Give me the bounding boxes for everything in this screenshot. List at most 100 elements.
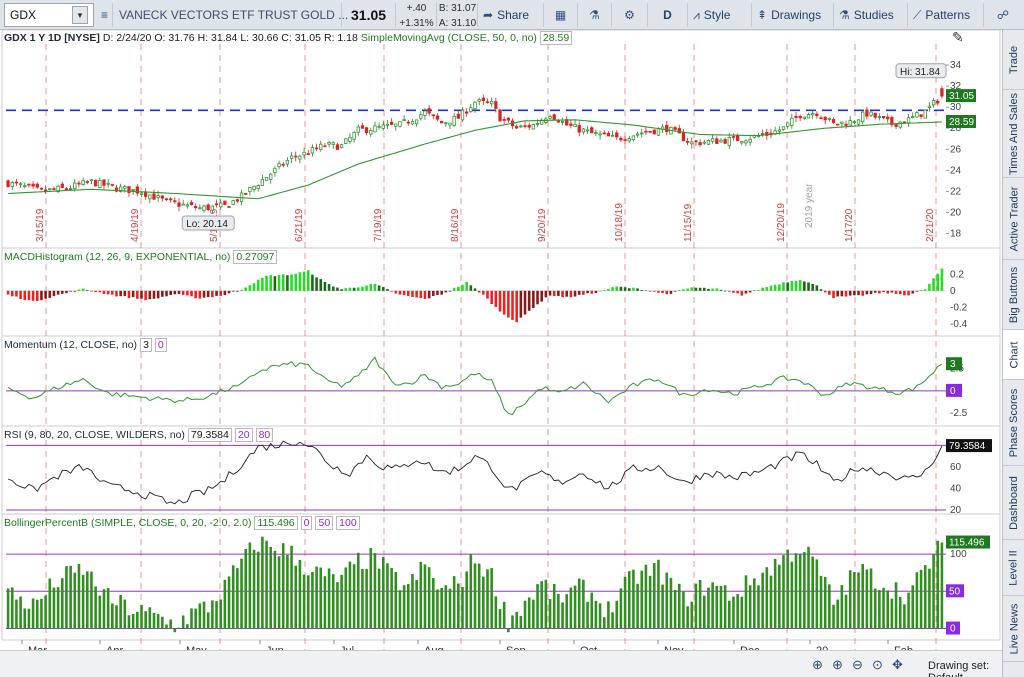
- macd-bar: [244, 287, 248, 291]
- bollinger-bar: [373, 553, 377, 629]
- tab-level-ii[interactable]: Level II: [1003, 540, 1024, 596]
- tab-times-and-sales[interactable]: Times And Sales: [1003, 90, 1024, 178]
- macd-bar: [52, 290, 56, 297]
- bollinger-bar: [244, 549, 248, 629]
- macd-bar: [419, 290, 423, 299]
- bollinger-bar: [803, 552, 806, 629]
- tab-dashboard[interactable]: Dashboard: [1003, 466, 1024, 540]
- candle-body: [690, 141, 694, 145]
- zoom-out-icon[interactable]: ⊖: [852, 657, 863, 673]
- tab-chart[interactable]: Chart: [1003, 330, 1024, 380]
- candle-body: [502, 119, 506, 121]
- macd-bar: [327, 284, 331, 291]
- candle-body: [494, 101, 498, 109]
- macd-bar: [60, 290, 64, 294]
- candle-body: [14, 181, 19, 184]
- bollinger-bar: [315, 566, 318, 629]
- symbol-menu-icon[interactable]: ≡: [97, 3, 113, 27]
- macd-study-label[interactable]: MACDHistogram (12, 26, 9, EXPONENTIAL, n…: [4, 251, 230, 263]
- zoom-in-icon[interactable]: ⊕: [832, 657, 843, 673]
- sma-line: [8, 119, 942, 200]
- studies-button[interactable]: ⚗ Studies: [834, 3, 908, 27]
- macd-bar: [256, 279, 260, 291]
- bollinger-bar: [152, 612, 156, 629]
- macd-bar: [873, 290, 877, 293]
- bollinger-bar: [432, 578, 435, 629]
- tab-live-news[interactable]: Live News: [1003, 596, 1024, 662]
- macd-bar: [423, 290, 427, 299]
- crosshair-icon[interactable]: ⊕: [812, 657, 823, 673]
- macd-bar: [227, 290, 231, 294]
- bollinger-bar: [882, 587, 885, 629]
- bollinger-bar: [815, 559, 819, 629]
- candle-body: [27, 183, 31, 186]
- bollinger-bar: [869, 568, 873, 629]
- patterns-button[interactable]: ⟋ Patterns: [908, 3, 984, 27]
- momentum-line: [7, 356, 943, 416]
- bollinger-bar: [248, 542, 252, 629]
- chart-canvas[interactable]: 3/15/194/19/195/17/196/21/197/19/198/16/…: [0, 30, 1002, 677]
- macd-bar: [315, 277, 318, 291]
- candle-body: [302, 151, 306, 156]
- price-axis-tick-4: 26: [950, 144, 962, 155]
- period-button[interactable]: D: [648, 3, 688, 27]
- rsi-study-label[interactable]: RSI (9, 80, 20, CLOSE, WILDERS, no): [4, 429, 185, 441]
- chart-area[interactable]: 3/15/194/19/195/17/196/21/197/19/198/16/…: [0, 30, 1002, 677]
- symbol-dropdown-icon[interactable]: ▼: [72, 6, 88, 24]
- flexible-grid-button[interactable]: ▦: [544, 3, 578, 27]
- style-button[interactable]: ⩘ Style: [688, 3, 752, 27]
- macd-bar: [152, 290, 156, 299]
- symbol-input[interactable]: GDX ▼: [4, 3, 94, 27]
- macd-bar: [6, 290, 10, 295]
- candle-body: [235, 199, 240, 202]
- candle-body: [31, 183, 35, 187]
- macd-bar: [878, 290, 881, 294]
- bollinger-study-label[interactable]: BollingerPercentB (SIMPLE, CLOSE, 0, 20,…: [4, 517, 251, 529]
- macd-bar: [302, 271, 306, 291]
- more-button[interactable]: ☍: [986, 3, 1020, 27]
- instrument-name: VANECK VECTORS ETF TRUST GOLD ...: [114, 3, 348, 27]
- studies-lab-button[interactable]: ⚗: [578, 3, 612, 27]
- candle-body: [469, 107, 473, 112]
- candle-body: [319, 143, 323, 151]
- macd-bar: [498, 290, 502, 312]
- macd-bar: [673, 290, 677, 292]
- macd-bar: [111, 290, 114, 295]
- settings-button[interactable]: ⚙: [612, 3, 648, 27]
- bollinger-bar: [294, 565, 298, 629]
- bollinger-bar: [298, 559, 302, 629]
- macd-bar: [773, 284, 777, 291]
- candle-body: [98, 179, 102, 188]
- macd-bar: [728, 290, 731, 292]
- bollinger-bar: [569, 587, 573, 629]
- candle-body: [706, 140, 711, 145]
- candle-body: [369, 130, 373, 135]
- macd-bar: [569, 290, 573, 298]
- macd-bar: [686, 288, 689, 291]
- bollinger-bar: [273, 550, 277, 629]
- tab-phase-scores[interactable]: Phase Scores: [1003, 380, 1024, 466]
- share-button[interactable]: ➦ Share: [478, 3, 544, 27]
- macd-bar: [748, 290, 752, 293]
- drawings-button[interactable]: ⇞ Drawings: [752, 3, 834, 27]
- zoom-fit-icon[interactable]: ⊙: [872, 657, 883, 673]
- bollinger-bar: [90, 571, 93, 629]
- macd-bar: [915, 290, 919, 292]
- drawing-set-selector[interactable]: Drawing set: Default: [928, 660, 1024, 677]
- tab-big-buttons[interactable]: Big Buttons: [1003, 260, 1024, 330]
- candle-body: [139, 192, 144, 195]
- macd-bar: [577, 290, 581, 295]
- candle-body: [715, 138, 719, 144]
- bollinger-bar: [165, 624, 168, 629]
- bollinger-bar: [848, 570, 852, 629]
- bollinger-bar: [903, 604, 906, 629]
- pan-icon[interactable]: ✥: [892, 657, 903, 673]
- tab-trade[interactable]: Trade: [1003, 30, 1024, 90]
- macd-bar: [165, 290, 168, 297]
- macd-bar: [452, 287, 456, 291]
- tab-active-trader[interactable]: Active Trader: [1003, 178, 1024, 260]
- momentum-study-label[interactable]: Momentum (12, CLOSE, no): [4, 339, 137, 351]
- bollinger-mid-value: 50: [315, 516, 334, 530]
- sma-study-label[interactable]: SimpleMovingAvg (CLOSE, 50, 0, no): [361, 32, 537, 44]
- macd-bar: [211, 290, 214, 298]
